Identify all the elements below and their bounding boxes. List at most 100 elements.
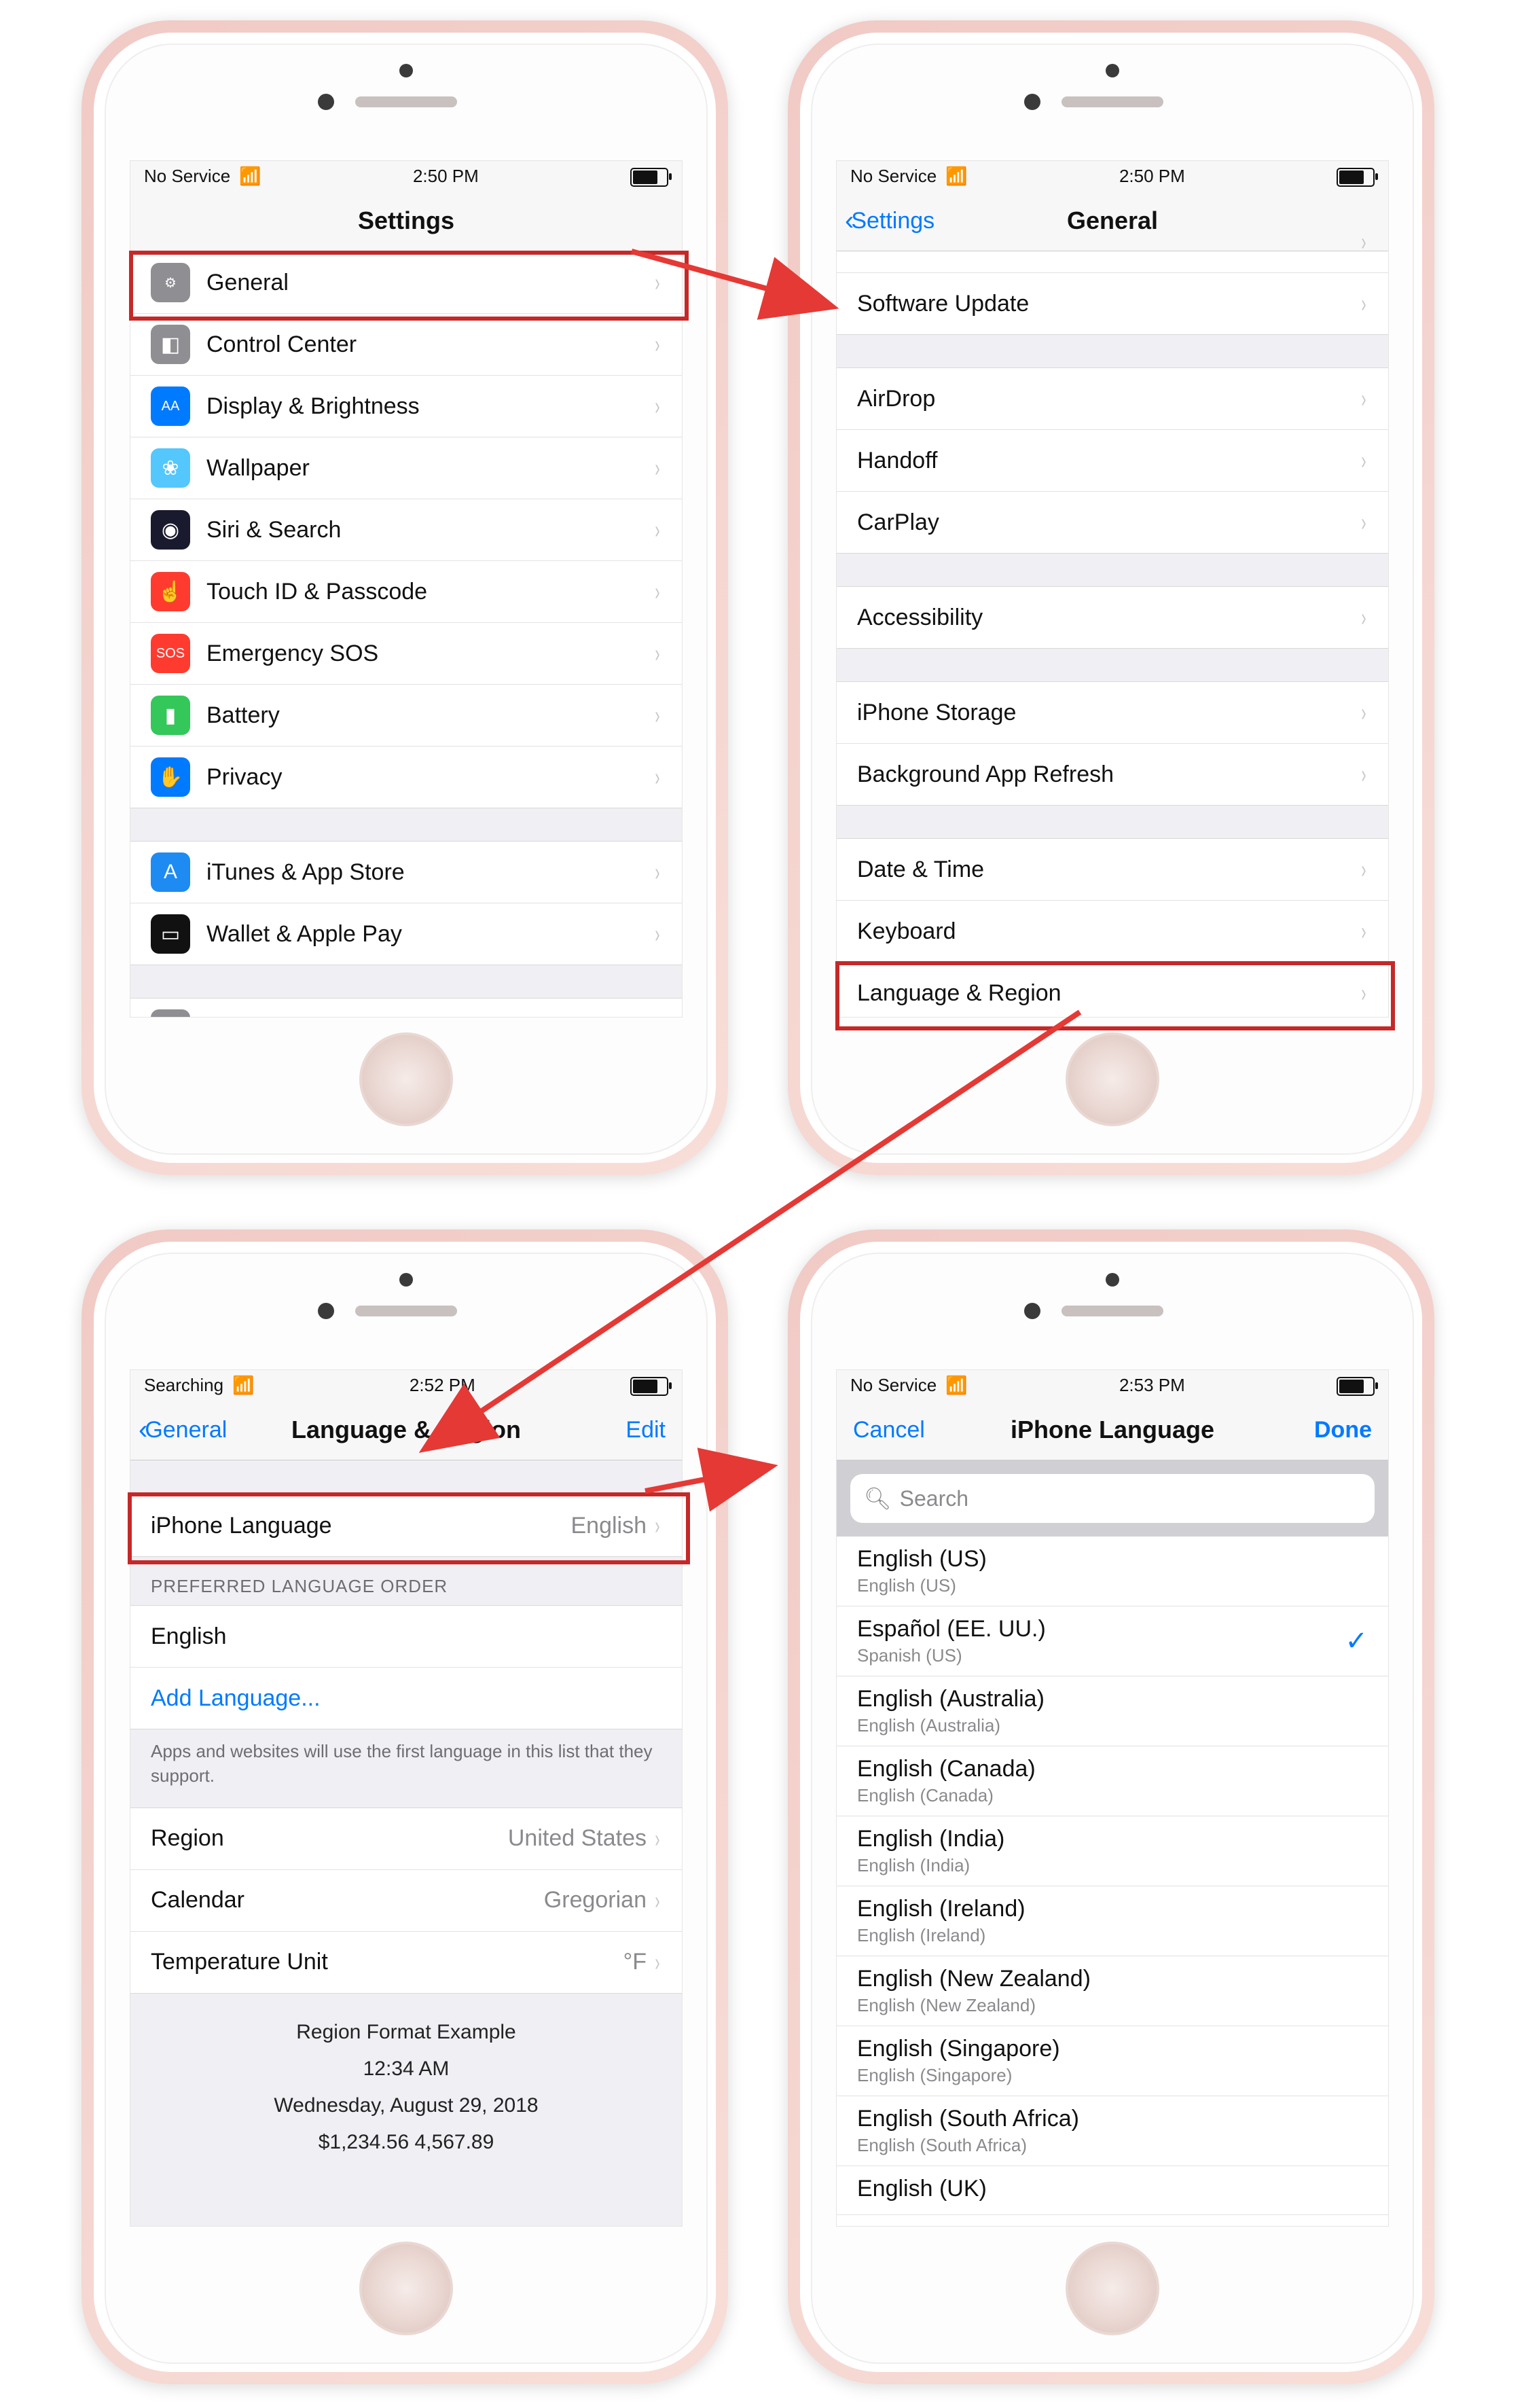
sensor-dot — [1106, 64, 1119, 77]
chevron-right-icon: › — [655, 268, 659, 297]
iphone-language-row[interactable]: iPhone LanguageEnglish› — [130, 1495, 682, 1556]
row-label: General — [206, 270, 653, 296]
language-option[interactable]: English (New Zealand)English (New Zealan… — [837, 1956, 1388, 2026]
back-button[interactable]: ‹ General — [139, 1416, 227, 1443]
chevron-right-icon: › — [1361, 979, 1366, 1007]
chevron-right-icon: › — [1361, 384, 1366, 413]
add-language-button[interactable]: Add Language... — [130, 1668, 682, 1729]
search-input[interactable]: 🔍︎ Search — [850, 1474, 1375, 1523]
language-option[interactable]: English (Singapore)English (Singapore) — [837, 2026, 1388, 2096]
row-label: Temperature Unit — [151, 1949, 623, 1975]
chevron-right-icon: › — [655, 1825, 659, 1853]
general-row-software-update[interactable]: Software Update› — [837, 273, 1388, 334]
chevron-right-icon: › — [1361, 508, 1366, 537]
settings-row-wallpaper[interactable]: ❀Wallpaper› — [130, 437, 682, 499]
general-row-iphone-storage[interactable]: iPhone Storage› — [837, 682, 1388, 744]
speaker-grill — [355, 96, 457, 107]
language-option[interactable]: English (UK) — [837, 2166, 1388, 2215]
home-button[interactable] — [1066, 1032, 1159, 1126]
row-label: Keyboard — [857, 918, 1360, 945]
wifi-icon: 📶 — [232, 1375, 254, 1395]
general-row-language-region[interactable]: Language & Region› — [837, 963, 1388, 1017]
row-label: Privacy — [206, 764, 653, 791]
chevron-right-icon: › — [655, 577, 659, 606]
app-icon: ◧ — [151, 325, 190, 364]
settings-row-emergency-sos[interactable]: SOSEmergency SOS› — [130, 623, 682, 685]
cancel-button[interactable]: Cancel — [853, 1417, 925, 1443]
chevron-right-icon: › — [1361, 917, 1366, 946]
region-row-region[interactable]: RegionUnited States› — [130, 1808, 682, 1870]
row-label: Background App Refresh — [857, 761, 1360, 788]
page-title: iPhone Language — [1011, 1416, 1214, 1444]
checkmark-icon: ✓ — [1345, 1625, 1368, 1657]
done-button[interactable]: Done — [1314, 1417, 1372, 1443]
app-icon: SOS — [151, 634, 190, 673]
chevron-right-icon: › — [655, 920, 659, 948]
settings-row-display-brightness[interactable]: AADisplay & Brightness› — [130, 376, 682, 437]
settings-row-touch-id-passcode[interactable]: ☝ Touch ID & Passcode› — [130, 561, 682, 623]
row-label: iPhone Language — [151, 1513, 570, 1539]
language-subtitle: Spanish (US) — [857, 1645, 1345, 1666]
language-option[interactable]: English (Ireland)English (Ireland) — [837, 1886, 1388, 1956]
chevron-right-icon: › — [655, 1886, 659, 1915]
general-row-handoff[interactable]: Handoff› — [837, 430, 1388, 492]
chevron-right-icon: › — [655, 392, 659, 420]
edit-button[interactable]: Edit — [625, 1417, 666, 1443]
speaker-grill — [1062, 96, 1163, 107]
chevron-right-icon: › — [655, 1511, 659, 1540]
row-label: Region — [151, 1825, 508, 1852]
language-option[interactable]: Español (EE. UU.) Spanish (US)✓ — [837, 1606, 1388, 1676]
wifi-icon: 📶 — [945, 166, 967, 186]
home-button[interactable] — [359, 2242, 453, 2335]
settings-row-wallet-apple-pay[interactable]: ▭Wallet & Apple Pay› — [130, 903, 682, 965]
settings-row-passwords-accounts[interactable]: 🔑Passwords & Accounts› — [130, 999, 682, 1017]
settings-row-control-center[interactable]: ◧Control Center› — [130, 314, 682, 376]
settings-row-battery[interactable]: ▮Battery› — [130, 685, 682, 747]
general-row-background-app-refresh[interactable]: Background App Refresh› — [837, 744, 1388, 805]
row-label: Handoff — [857, 448, 1360, 474]
general-row-date-time[interactable]: Date & Time› — [837, 839, 1388, 901]
preferred-language-header: PREFERRED LANGUAGE ORDER — [130, 1557, 682, 1605]
app-icon: ✋ — [151, 757, 190, 797]
language-option[interactable]: English (Australia)English (Australia) — [837, 1676, 1388, 1746]
chevron-right-icon: › — [655, 1015, 659, 1017]
language-option[interactable]: English (US)English (US) — [837, 1537, 1388, 1606]
app-icon: ▭ — [151, 914, 190, 954]
language-subtitle: English (Australia) — [857, 1715, 1368, 1736]
home-button[interactable] — [359, 1032, 453, 1126]
general-row-airdrop[interactable]: AirDrop› — [837, 368, 1388, 430]
row-label: Software Update — [857, 291, 1360, 317]
region-row-temperature-unit[interactable]: Temperature Unit°F› — [130, 1932, 682, 1993]
chevron-right-icon: › — [1361, 289, 1366, 318]
language-name: Español (EE. UU.) — [857, 1616, 1345, 1642]
app-icon: ☝ — [151, 572, 190, 611]
row-label: Emergency SOS — [206, 641, 653, 667]
wifi-icon: 📶 — [945, 1375, 967, 1395]
language-subtitle: English (South Africa) — [857, 2135, 1368, 2156]
chevron-right-icon: › — [655, 763, 659, 791]
back-button[interactable]: ‹ Settings — [845, 207, 935, 234]
language-name: English (UK) — [857, 2176, 1368, 2202]
row-value: Gregorian — [544, 1887, 647, 1913]
region-row-calendar[interactable]: CalendarGregorian› — [130, 1870, 682, 1932]
settings-row-siri-search[interactable]: ◉Siri & Search› — [130, 499, 682, 561]
settings-screen: No Service 📶 2:50 PM Settings ⚙︎General›… — [130, 160, 683, 1018]
sensor-dot — [399, 64, 413, 77]
language-option[interactable]: English (Canada)English (Canada) — [837, 1746, 1388, 1816]
settings-row-general[interactable]: ⚙︎General› — [130, 252, 682, 314]
general-row-accessibility[interactable]: Accessibility› — [837, 587, 1388, 648]
row-label: Touch ID & Passcode — [206, 579, 653, 605]
preferred-language-row[interactable]: English — [130, 1606, 682, 1668]
settings-row-itunes-app-store[interactable]: AiTunes & App Store› — [130, 842, 682, 903]
general-row-keyboard[interactable]: Keyboard› — [837, 901, 1388, 963]
clock-text: 2:50 PM — [1119, 166, 1185, 187]
row-label: Wallpaper — [206, 455, 653, 482]
nav-bar: ‹ General Language & Region Edit — [130, 1400, 682, 1460]
chevron-right-icon: › — [655, 1948, 659, 1977]
settings-row-privacy[interactable]: ✋ Privacy› — [130, 747, 682, 808]
language-option[interactable]: English (South Africa)English (South Afr… — [837, 2096, 1388, 2166]
battery-icon — [1337, 1374, 1375, 1395]
general-row-carplay[interactable]: CarPlay› — [837, 492, 1388, 553]
language-option[interactable]: English (India)English (India) — [837, 1816, 1388, 1886]
home-button[interactable] — [1066, 2242, 1159, 2335]
